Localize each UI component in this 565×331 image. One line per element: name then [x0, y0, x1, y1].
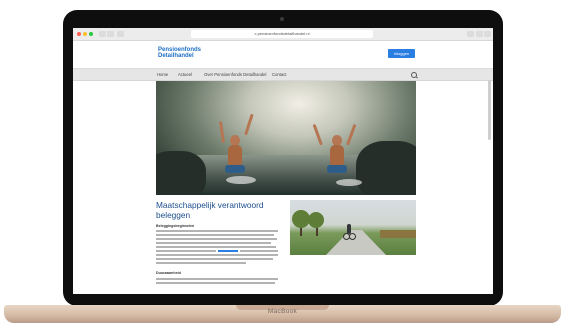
fullscreen-window-icon[interactable] [89, 32, 93, 36]
paragraph-line [240, 250, 278, 252]
sidebar-button[interactable] [117, 31, 124, 37]
paragraph-line [156, 254, 278, 256]
laptop-lid: c.pensioenfondsdetailhandel.nl Pensioenf… [63, 10, 503, 306]
close-window-icon[interactable] [77, 32, 81, 36]
inline-link[interactable] [218, 250, 238, 252]
bike-wheel [349, 233, 356, 240]
road [326, 230, 386, 255]
paragraph-line [156, 250, 216, 252]
login-button[interactable]: Inloggen [388, 49, 415, 58]
paragraph-line [156, 258, 273, 260]
search-icon[interactable] [411, 72, 417, 78]
article-photo [290, 200, 416, 255]
paragraph-line [156, 230, 278, 232]
water-splash [336, 179, 362, 186]
page-scrollbar[interactable] [488, 80, 491, 140]
minimize-window-icon[interactable] [83, 32, 87, 36]
paragraph-line [156, 246, 276, 248]
paragraph-line [156, 262, 246, 264]
macbook-label: MacBook [267, 308, 298, 315]
nav-item-home[interactable]: Home [157, 69, 168, 80]
back-button[interactable] [99, 31, 106, 37]
hedge [380, 230, 416, 238]
paragraph-line [156, 234, 274, 236]
article-subheading: Beleggingsbeginselen [156, 224, 195, 228]
tree [308, 212, 324, 228]
nav-item-contact[interactable]: Contact [272, 69, 286, 80]
hero-image [156, 81, 416, 195]
article-subheading-2: Duurzaamheid [156, 271, 181, 275]
laptop-screen: c.pensioenfondsdetailhandel.nl Pensioenf… [73, 28, 493, 294]
camera-icon [280, 17, 284, 21]
paragraph-line [156, 278, 278, 280]
paragraph-line [156, 242, 271, 244]
site-logo[interactable]: Pensioenfonds Detailhandel [158, 47, 201, 59]
nav-item-actueel[interactable]: Actueel [178, 69, 192, 80]
site-header: Pensioenfonds Detailhandel Inloggen [73, 41, 493, 66]
browser-toolbar: c.pensioenfondsdetailhandel.nl [73, 28, 493, 41]
logo-line2: Detailhandel [158, 53, 194, 59]
water-splash [226, 176, 256, 184]
share-button[interactable] [467, 31, 474, 37]
rock [156, 151, 206, 195]
nav-item-over[interactable]: Over Pensioenfonds Detailhandel [204, 69, 266, 80]
main-navigation: Home Actueel Over Pensioenfonds Detailha… [73, 68, 493, 81]
macbook: c.pensioenfondsdetailhandel.nl Pensioenf… [0, 0, 565, 331]
paragraph-line [156, 238, 277, 240]
article-title: Maatschappelijk verantwoord beleggen [156, 200, 264, 220]
new-tab-button[interactable] [484, 31, 491, 37]
paragraph-line [156, 282, 275, 284]
rock [356, 141, 416, 195]
forward-button[interactable] [107, 31, 114, 37]
tabs-button[interactable] [476, 31, 483, 37]
address-bar[interactable]: c.pensioenfondsdetailhandel.nl [191, 30, 373, 38]
